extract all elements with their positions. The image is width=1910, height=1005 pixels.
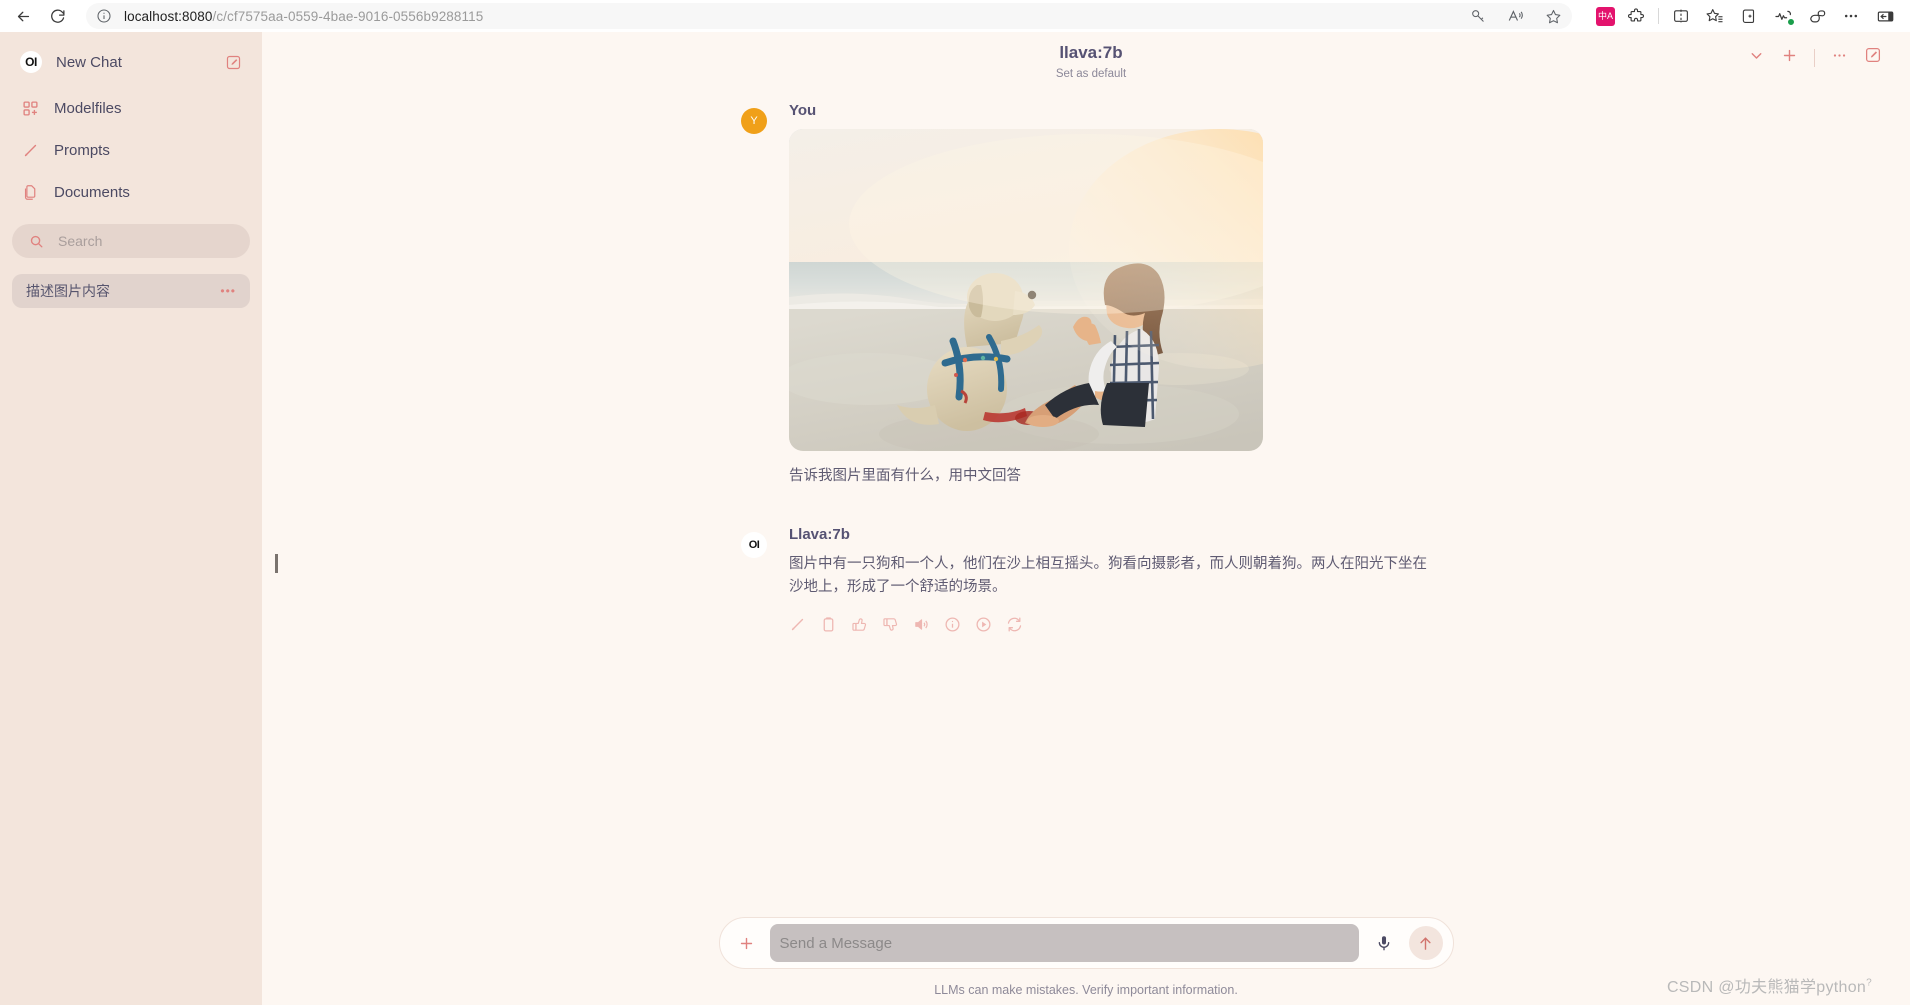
chat-item-title: 描述图片内容 <box>26 283 110 299</box>
copy-icon[interactable] <box>820 616 837 633</box>
sidebar-chat-item[interactable]: 描述图片内容 ••• <box>12 274 250 308</box>
reload-button[interactable] <box>42 2 72 30</box>
toolbar-divider <box>1658 8 1659 24</box>
more-settings-icon[interactable] <box>1834 2 1868 30</box>
read-aloud-icon[interactable] <box>1507 7 1525 25</box>
assistant-name: Llava:7b <box>789 526 850 544</box>
collections-icon[interactable] <box>1732 2 1766 30</box>
sidebar-item-prompts[interactable]: Prompts <box>12 130 250 170</box>
url-text: localhost:8080/c/cf7575aa-0559-4bae-9016… <box>124 9 483 24</box>
sidebar-toggle-icon[interactable] <box>1868 2 1902 30</box>
chat-header: llava:7b Set as default <box>262 32 1910 94</box>
disclaimer-text: LLMs can make mistakes. Verify important… <box>934 983 1238 997</box>
assistant-message-body: Llava:7b 图片中有一只狗和一个人，他们在沙上相互摇头。狗看向摄影者，而人… <box>789 526 1441 632</box>
chat-item-menu-icon[interactable]: ••• <box>220 284 236 298</box>
set-as-default-button[interactable]: Set as default <box>1056 68 1126 80</box>
header-divider <box>1814 48 1815 67</box>
edit-icon[interactable] <box>789 616 806 633</box>
user-message-body: You 告诉我图片里面有什么，用中文回答 <box>789 102 1441 488</box>
message-input-placeholder: Send a Message <box>779 934 893 952</box>
browser-actions <box>1619 2 1902 30</box>
pencil-icon <box>20 142 40 159</box>
play-circle-icon[interactable] <box>975 616 992 633</box>
site-info-icon[interactable] <box>96 8 112 24</box>
chat-header-actions <box>1748 46 1882 69</box>
regenerate-icon[interactable] <box>1006 616 1023 633</box>
messages-list: Y You 告诉我图片里面有什么，用中文回答 OI Llava:7b 图片中有一… <box>731 94 1441 633</box>
favorite-star-icon[interactable] <box>1545 8 1562 25</box>
watermark: CSDN @功夫熊猫学python? <box>1667 973 1872 997</box>
message-composer: Send a Message <box>718 917 1454 969</box>
text-cursor <box>275 554 278 573</box>
microphone-icon[interactable] <box>1367 926 1401 960</box>
new-chat-edit-icon[interactable] <box>1864 46 1882 69</box>
split-screen-icon[interactable] <box>1664 2 1698 30</box>
sidebar: OI New Chat Modelfiles Prompts Documents <box>0 32 262 1005</box>
key-icon[interactable] <box>1470 8 1487 25</box>
new-chat-edit-icon[interactable] <box>225 54 242 71</box>
sidebar-item-modelfiles[interactable]: Modelfiles <box>12 88 250 128</box>
user-message-text: 告诉我图片里面有什么，用中文回答 <box>789 468 1021 484</box>
add-attachment-button[interactable] <box>732 928 762 958</box>
url-path: /c/cf7575aa-0559-4bae-9016-0556b9288115 <box>212 8 484 24</box>
address-bar[interactable]: localhost:8080/c/cf7575aa-0559-4bae-9016… <box>86 3 1572 29</box>
favorites-list-icon[interactable] <box>1698 2 1732 30</box>
assistant-message-text: 图片中有一只狗和一个人，他们在沙上相互摇头。狗看向摄影者，而人则朝着狗。两人在阳… <box>789 556 1427 596</box>
avatar-initial: OI <box>748 539 760 552</box>
browser-toolbar: localhost:8080/c/cf7575aa-0559-4bae-9016… <box>0 0 1910 32</box>
message-action-bar <box>789 616 1441 633</box>
assistant-avatar: OI <box>741 532 767 559</box>
app-root: OI New Chat Modelfiles Prompts Documents <box>0 32 1910 1005</box>
translate-badge-label: 中A <box>1597 10 1613 21</box>
messages-scroll-area[interactable]: Y You 告诉我图片里面有什么，用中文回答 OI Llava:7b 图片中有一… <box>262 94 1910 917</box>
thumbs-down-icon[interactable] <box>882 616 899 633</box>
chevron-down-icon[interactable] <box>1748 47 1765 69</box>
status-dot <box>1787 18 1795 26</box>
sidebar-item-documents[interactable]: Documents <box>12 172 250 212</box>
sidebar-label: Documents <box>54 183 130 201</box>
search-input[interactable]: Search <box>12 224 250 258</box>
app-logo-icon: OI <box>20 51 42 73</box>
modelfiles-icon <box>20 100 40 117</box>
browser-essentials-icon[interactable] <box>1766 2 1800 30</box>
new-chat-label: New Chat <box>56 53 122 71</box>
composer-area: Send a Message LLMs can make mistakes. V… <box>262 917 1910 1005</box>
user-message: Y You 告诉我图片里面有什么，用中文回答 <box>741 94 1441 488</box>
user-name: You <box>789 102 817 119</box>
more-icon[interactable] <box>1831 47 1848 69</box>
info-icon[interactable] <box>944 616 961 633</box>
translate-icon[interactable]: 中A <box>1596 6 1615 26</box>
beach-photo <box>789 129 1263 451</box>
message-input[interactable]: Send a Message <box>769 924 1359 962</box>
model-name: llava:7b <box>1059 43 1123 62</box>
thumbs-up-icon[interactable] <box>851 616 868 633</box>
send-button[interactable] <box>1408 926 1443 960</box>
documents-icon <box>20 184 40 201</box>
watermark-text: CSDN @功夫熊猫学python <box>1666 979 1867 996</box>
copilot-icon[interactable] <box>1800 2 1834 30</box>
assistant-message: OI Llava:7b 图片中有一只狗和一个人，他们在沙上相互摇头。狗看向摄影者… <box>741 518 1441 632</box>
chat-pane: llava:7b Set as default Y You 告诉我图片里面有什么… <box>262 32 1910 1005</box>
avatar-initial: Y <box>750 115 758 127</box>
attached-image[interactable] <box>789 129 1263 451</box>
sidebar-label: Modelfiles <box>54 99 122 117</box>
plus-icon[interactable] <box>1781 47 1798 69</box>
extensions-icon[interactable] <box>1619 2 1653 30</box>
watermark-mark: ? <box>1866 977 1872 989</box>
speaker-icon[interactable] <box>913 616 930 633</box>
search-icon <box>26 234 46 249</box>
sidebar-item-new-chat[interactable]: OI New Chat <box>12 42 250 82</box>
user-avatar: Y <box>741 108 767 134</box>
sidebar-label: Prompts <box>54 141 110 159</box>
app-logo-label: OI <box>25 55 37 69</box>
search-placeholder: Search <box>58 233 103 249</box>
url-host: localhost:8080 <box>124 8 213 24</box>
model-selector[interactable]: llava:7b Set as default <box>1046 42 1126 80</box>
back-button[interactable] <box>8 2 38 30</box>
